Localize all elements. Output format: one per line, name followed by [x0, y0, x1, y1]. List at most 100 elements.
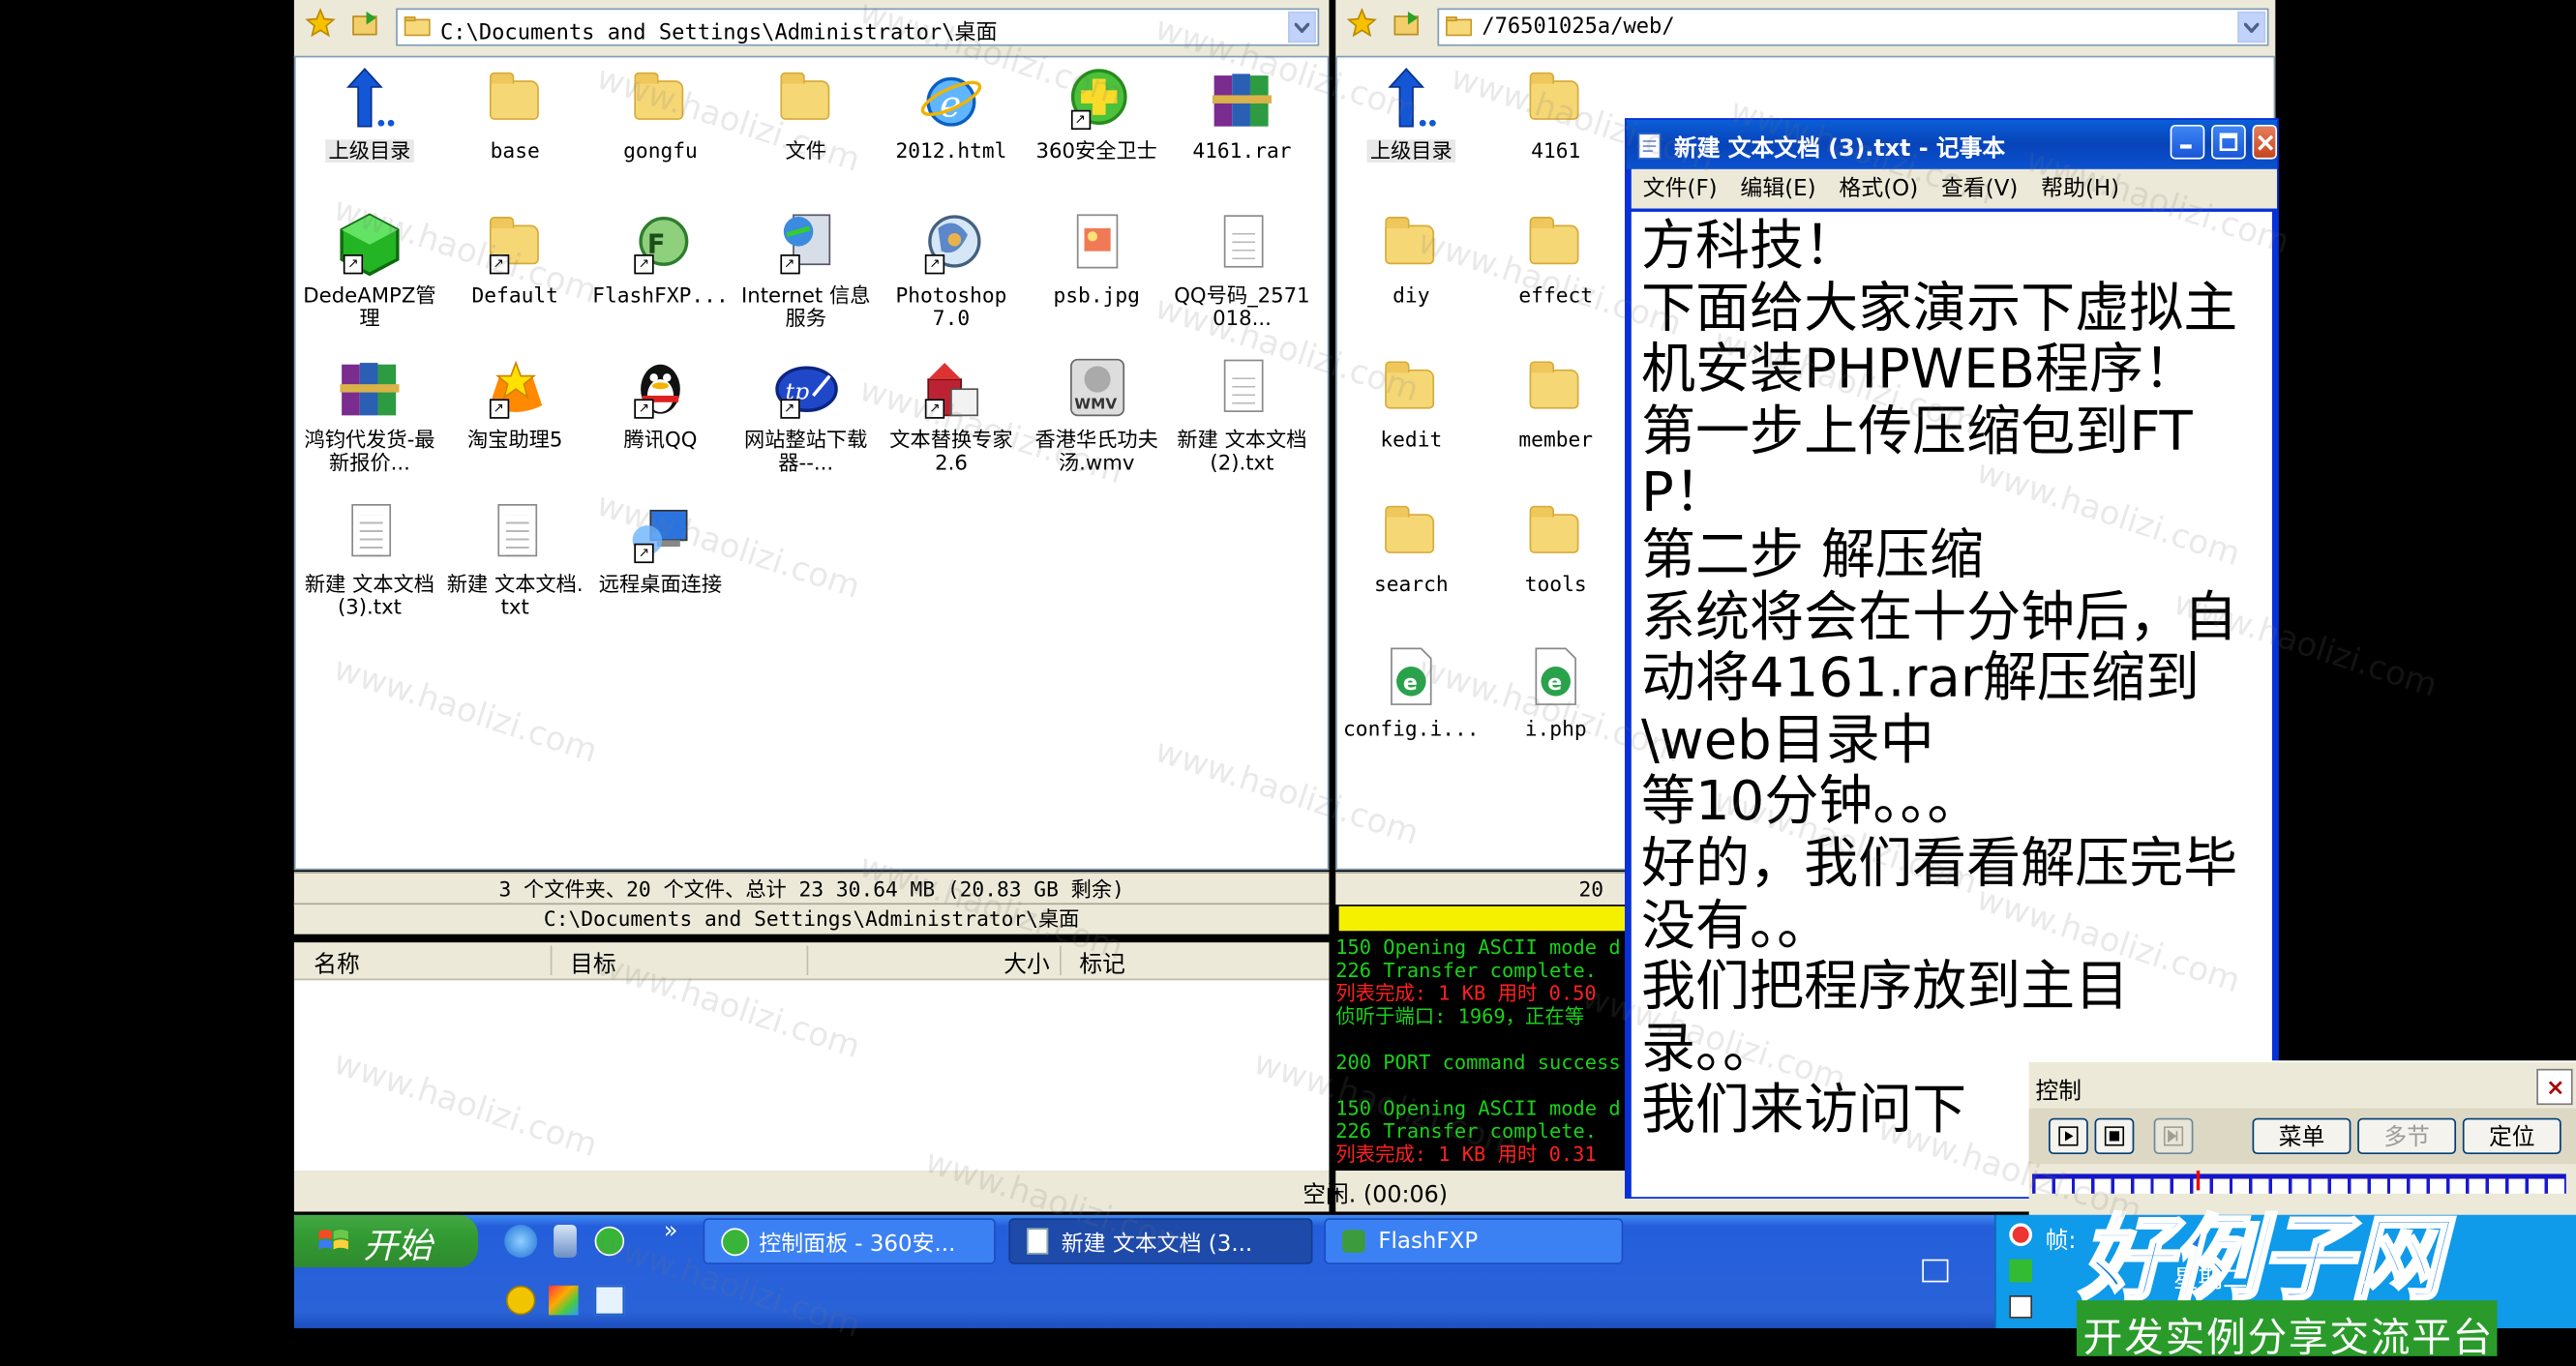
favorites-star-icon[interactable]	[1345, 7, 1378, 40]
file-item[interactable]: e 2012.html	[881, 68, 1022, 163]
start-label: 开始	[363, 1226, 433, 1266]
file-item[interactable]: tools	[1485, 501, 1627, 596]
file-item[interactable]: ↗ DedeAMPZ管理	[299, 212, 440, 330]
right-address-text: /76501025a/web/	[1482, 15, 1675, 40]
menu-help[interactable]: 帮助(H)	[2041, 169, 2119, 209]
file-item[interactable]: search	[1340, 501, 1482, 596]
menu-view[interactable]: 查看(V)	[1941, 169, 2018, 209]
file-item[interactable]: 文件	[735, 68, 877, 163]
file-item[interactable]: 新建 文本文档 (3).txt	[299, 501, 440, 619]
file-item[interactable]: ↗ 文本替换专家 2.6	[881, 356, 1022, 474]
quicklaunch-360-icon[interactable]	[594, 1226, 625, 1257]
file-item[interactable]: effect	[1485, 212, 1627, 307]
file-item[interactable]: ↗ 360安全卫士	[1026, 68, 1167, 163]
file-item-label: 文件	[785, 137, 826, 163]
task-flashfxp[interactable]: FlashFXP	[1324, 1218, 1624, 1264]
right-toolbar: /76501025a/web/	[1335, 0, 2276, 58]
next-frame-button[interactable]	[2153, 1117, 2194, 1155]
file-item-label: effect	[1518, 282, 1594, 308]
file-item[interactable]: ↗ Internet 信息服务	[735, 212, 877, 330]
left-address-bar[interactable]: C:\Documents and Settings\Administrator\…	[396, 8, 1320, 46]
file-item[interactable]: ↗ Default	[444, 212, 585, 307]
folder-icon	[773, 68, 839, 134]
minimize-button[interactable]	[2170, 124, 2205, 160]
queue-col-size[interactable]: 大小	[1003, 947, 1050, 980]
file-item[interactable]: e i.php	[1485, 645, 1627, 740]
file-item[interactable]: 4161	[1485, 68, 1627, 163]
notepad-titlebar[interactable]: 新建 文本文档 (3).txt - 记事本	[1626, 119, 2278, 169]
menu-file[interactable]: 文件(F)	[1643, 169, 1718, 209]
ftp-log-line: 列表完成: 1 KB 用时 0.31	[1335, 1143, 1597, 1166]
file-item[interactable]: 上级目录	[1340, 68, 1482, 163]
queue-list[interactable]	[293, 980, 1330, 1172]
favorites-star-icon[interactable]	[304, 7, 337, 40]
file-item[interactable]: tp ↗ 网站整站下载器--...	[735, 356, 877, 474]
refresh-folder-icon[interactable]	[350, 7, 383, 40]
locate-button[interactable]: 定位	[2462, 1117, 2561, 1155]
file-item[interactable]: kedit	[1340, 356, 1482, 451]
language-bar-icon[interactable]	[1922, 1259, 1949, 1283]
refresh-folder-icon[interactable]	[1392, 7, 1424, 40]
quicklaunch-gallery-icon[interactable]	[549, 1285, 579, 1316]
file-item[interactable]: ↗ 远程桌面连接	[589, 501, 731, 596]
shortcut-arrow-icon: ↗	[1070, 109, 1091, 131]
control-close-button[interactable]	[2536, 1068, 2573, 1106]
folder-icon	[1378, 501, 1444, 567]
shortcut-arrow-icon: ↗	[489, 399, 509, 419]
up-arrow-icon	[1378, 68, 1444, 134]
qq-penguin-icon: ↗	[628, 356, 694, 422]
task-notepad[interactable]: 新建 文本文档 (3...	[1008, 1218, 1313, 1264]
file-item[interactable]: member	[1485, 356, 1627, 451]
file-item[interactable]: diy	[1340, 212, 1482, 307]
file-item[interactable]: 4161.rar	[1171, 68, 1312, 163]
quicklaunch-doc-icon[interactable]	[594, 1285, 625, 1316]
shortcut-arrow-icon: ↗	[634, 399, 654, 419]
file-item[interactable]: ↗ 淘宝助理5	[444, 356, 585, 451]
left-file-list[interactable]: 上级目录 base gongfu 文件 e 2012.html ↗ 360安全卫士 4161.r…	[293, 55, 1330, 871]
flashfxp-icon: F ↗	[628, 212, 694, 278]
quicklaunch-expand-icon[interactable]: »	[664, 1218, 678, 1244]
file-item[interactable]: 上级目录	[299, 68, 440, 163]
menu-format[interactable]: 格式(O)	[1839, 169, 1918, 209]
right-address-bar[interactable]: /76501025a/web/	[1437, 8, 2269, 46]
notepad-window[interactable]: 新建 文本文档 (3).txt - 记事本 文件(F) 编辑(E) 格式(O) 查看(…	[1625, 118, 2279, 1199]
ftp-log-line: 侦听于端口: 1969，正在等	[1335, 1004, 1585, 1028]
queue-col-target[interactable]: 目标	[570, 947, 616, 980]
chevron-down-icon[interactable]	[2237, 11, 2266, 44]
file-item[interactable]: e config.i...	[1340, 645, 1482, 740]
tray-camera-icon[interactable]	[2009, 1295, 2033, 1319]
folder-icon	[1378, 356, 1444, 422]
tray-record-icon[interactable]	[2009, 1223, 2033, 1247]
stop-button[interactable]	[2094, 1117, 2135, 1155]
file-item[interactable]: 新建 文本文档.txt	[444, 501, 585, 619]
file-item[interactable]: ↗ Photoshop 7.0	[881, 212, 1022, 330]
start-button[interactable]: 开始	[293, 1214, 479, 1268]
menu-button[interactable]: 菜单	[2252, 1117, 2351, 1155]
play-button[interactable]	[2049, 1117, 2088, 1155]
file-item[interactable]: F ↗ FlashFXP...	[589, 212, 731, 307]
teleport-icon: tp ↗	[773, 356, 839, 422]
file-item[interactable]: psb.jpg	[1026, 212, 1167, 307]
notepad-text-area[interactable]: 方科技！ 下面给大家演示下虚拟主机安装PHPWEB程序！ 第一步上传压缩包到FT…	[1631, 211, 2272, 1198]
queue-col-mark[interactable]: 标记	[1079, 947, 1125, 980]
file-item[interactable]: ↗ 腾讯QQ	[589, 356, 731, 451]
notepad-title: 新建 文本文档 (3).txt - 记事本	[1673, 135, 2006, 163]
task-control-panel[interactable]: 控制面板 - 360安...	[703, 1218, 996, 1264]
chapters-button[interactable]: 多节	[2357, 1117, 2457, 1155]
quicklaunch-add-icon[interactable]	[505, 1285, 536, 1316]
quicklaunch-ie-icon[interactable]	[504, 1225, 538, 1258]
close-button[interactable]	[2252, 124, 2278, 160]
ftp-log-line: 226 Transfer complete.	[1335, 1119, 1598, 1143]
file-item[interactable]: 鸿钧代发货-最新报价...	[299, 356, 440, 474]
file-item[interactable]: WMV 香港华氏功夫汤.wmv	[1026, 356, 1167, 474]
file-item[interactable]: base	[444, 68, 585, 163]
queue-col-name[interactable]: 名称	[314, 947, 360, 980]
chevron-down-icon[interactable]	[1287, 11, 1316, 44]
file-item[interactable]: gongfu	[589, 68, 731, 163]
quicklaunch-cleaner-icon[interactable]	[554, 1225, 577, 1258]
menu-edit[interactable]: 编辑(E)	[1740, 169, 1815, 209]
file-item[interactable]: QQ号码_2571018...	[1171, 212, 1312, 330]
file-item[interactable]: 新建 文本文档 (2).txt	[1171, 356, 1312, 474]
maximize-button[interactable]	[2211, 124, 2246, 160]
tray-network-icon[interactable]	[2009, 1259, 2033, 1283]
